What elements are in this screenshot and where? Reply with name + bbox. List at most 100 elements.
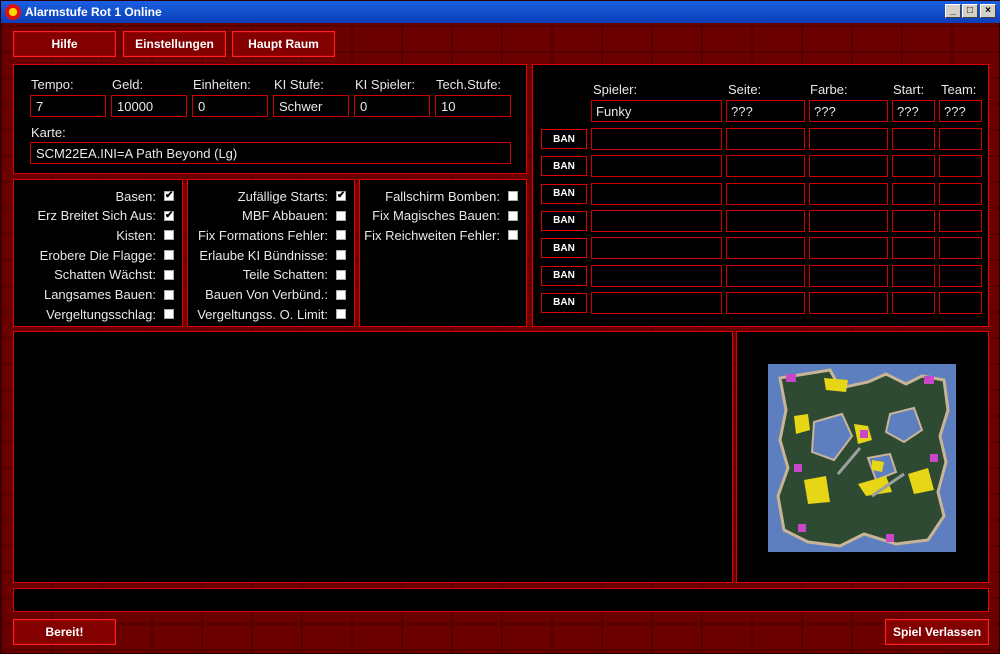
slot-start[interactable] (892, 237, 935, 260)
ban-button[interactable]: BAN (541, 292, 587, 313)
option-checkbox[interactable] (336, 210, 346, 221)
settings-button[interactable]: Einstellungen (123, 31, 226, 57)
slot-side[interactable] (726, 237, 805, 260)
option-checkbox[interactable] (336, 250, 346, 261)
ban-button[interactable]: BAN (541, 129, 587, 149)
option-row[interactable]: Teile Schatten: (243, 266, 346, 284)
main-room-button[interactable]: Haupt Raum (232, 31, 335, 57)
slot-team[interactable] (939, 182, 982, 205)
option-label: Erobere Die Flagge: (39, 247, 156, 263)
option-checkbox[interactable] (164, 309, 174, 320)
slot-start[interactable] (892, 291, 935, 314)
option-checkbox[interactable]: ✔ (336, 191, 346, 201)
chat-input[interactable] (13, 588, 989, 612)
option-checkbox[interactable] (508, 210, 518, 221)
setting-field[interactable]: Schwer (273, 95, 349, 117)
slot-start[interactable] (892, 182, 935, 205)
setting-field[interactable]: 10000 (111, 95, 187, 117)
slot-color[interactable] (809, 182, 888, 205)
option-row[interactable]: Basen: ✔ (116, 187, 174, 205)
slot-side[interactable] (726, 128, 805, 150)
option-checkbox[interactable] (164, 269, 174, 280)
option-checkbox[interactable] (336, 309, 346, 320)
slot-start[interactable] (892, 155, 935, 178)
host-start[interactable]: ??? (892, 100, 935, 122)
ban-button[interactable]: BAN (541, 156, 587, 177)
option-checkbox[interactable] (336, 230, 346, 241)
option-row[interactable]: Fix Reichweiten Fehler: (364, 226, 518, 244)
option-label: Fix Reichweiten Fehler: (364, 227, 500, 243)
option-checkbox[interactable] (164, 250, 174, 261)
setting-field[interactable]: 0 (354, 95, 430, 117)
slot-color[interactable] (809, 128, 888, 150)
slot-team[interactable] (939, 264, 982, 287)
option-row[interactable]: MBF Abbauen: (242, 207, 346, 225)
slot-team[interactable] (939, 237, 982, 260)
slot-team[interactable] (939, 291, 982, 314)
option-row[interactable]: Zufällige Starts: ✔ (238, 187, 346, 205)
option-label: Bauen Von Verbünd.: (205, 287, 328, 302)
slot-color[interactable] (809, 291, 888, 314)
option-row[interactable]: Kisten: (116, 226, 174, 244)
slot-start[interactable] (892, 209, 935, 232)
option-checkbox[interactable]: ✔ (164, 191, 174, 201)
map-field[interactable]: SCM22EA.INI=A Path Beyond (Lg) (30, 142, 511, 164)
option-row[interactable]: Fix Magisches Bauen: (372, 207, 518, 225)
option-row[interactable]: Vergeltungss. O. Limit: (197, 305, 346, 323)
slot-team[interactable] (939, 155, 982, 178)
option-checkbox[interactable] (336, 289, 346, 300)
slot-start[interactable] (892, 264, 935, 287)
ready-button[interactable]: Bereit! (13, 619, 116, 645)
map-preview-panel (736, 331, 989, 583)
ban-button[interactable]: BAN (541, 210, 587, 231)
option-checkbox[interactable] (164, 289, 174, 300)
option-row[interactable]: Bauen Von Verbünd.: (205, 286, 346, 304)
slot-color[interactable] (809, 264, 888, 287)
leave-game-button[interactable]: Spiel Verlassen (885, 619, 989, 645)
setting-label: Tempo: (31, 77, 74, 92)
minimize-button[interactable]: _ (945, 4, 961, 18)
option-row[interactable]: Fallschirm Bomben: (385, 187, 518, 205)
ban-button[interactable]: BAN (541, 183, 587, 204)
host-color[interactable]: ??? (809, 100, 888, 122)
slot-color[interactable] (809, 209, 888, 232)
setting-field[interactable]: 0 (192, 95, 268, 117)
slot-team[interactable] (939, 209, 982, 232)
ban-button[interactable]: BAN (541, 265, 587, 286)
slot-color[interactable] (809, 237, 888, 260)
slot-side[interactable] (726, 155, 805, 178)
option-row[interactable]: Erlaube KI Bündnisse: (199, 246, 346, 264)
host-side[interactable]: ??? (726, 100, 805, 122)
slot-start[interactable] (892, 128, 935, 150)
player-panel: Spieler: Seite: Farbe: Start: Team: Funk… (532, 64, 989, 327)
option-checkbox[interactable] (508, 230, 518, 241)
help-button[interactable]: Hilfe (13, 31, 116, 57)
close-button[interactable]: × (980, 4, 996, 18)
header-team: Team: (941, 82, 977, 97)
option-checkbox[interactable] (336, 269, 346, 280)
setting-field[interactable]: 7 (30, 95, 106, 117)
window-title: Alarmstufe Rot 1 Online (25, 5, 162, 19)
slot-team[interactable] (939, 128, 982, 150)
setting-label: Tech.Stufe: (436, 77, 502, 92)
maximize-button[interactable]: □ (962, 4, 978, 18)
option-row[interactable]: Fix Formations Fehler: (198, 226, 346, 244)
setting-field[interactable]: 10 (435, 95, 511, 117)
option-checkbox[interactable] (508, 191, 518, 201)
option-label: Zufällige Starts: (237, 188, 328, 204)
option-checkbox[interactable] (164, 230, 174, 241)
slot-side[interactable] (726, 264, 805, 287)
option-checkbox[interactable]: ✔ (164, 210, 174, 221)
slot-side[interactable] (726, 209, 805, 232)
slot-player (591, 209, 722, 232)
option-row[interactable]: Erz Breitet Sich Aus: ✔ (38, 207, 174, 225)
slot-side[interactable] (726, 182, 805, 205)
option-row[interactable]: Langsames Bauen: (44, 286, 174, 304)
option-row[interactable]: Schatten Wächst: (54, 266, 174, 284)
slot-color[interactable] (809, 155, 888, 178)
option-row[interactable]: Erobere Die Flagge: (40, 246, 174, 264)
host-team[interactable]: ??? (939, 100, 982, 122)
option-row[interactable]: Vergeltungsschlag: (46, 305, 174, 323)
ban-button[interactable]: BAN (541, 238, 587, 259)
slot-side[interactable] (726, 291, 805, 314)
